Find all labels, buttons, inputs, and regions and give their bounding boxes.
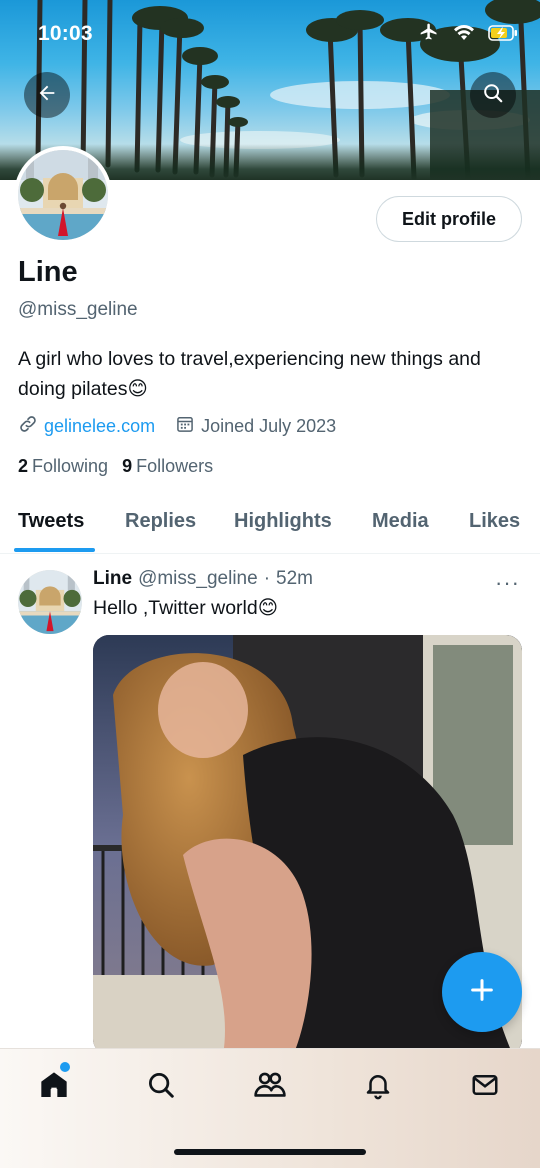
tweet-separator: · [263, 568, 271, 589]
compose-tweet-button[interactable] [442, 952, 522, 1032]
tab-highlights[interactable]: Highlights [234, 510, 332, 533]
smiling-emoji-icon: 😊 [127, 378, 148, 400]
tweet-header: Line @miss_geline · 52m [93, 568, 313, 590]
tweet-avatar[interactable] [18, 570, 82, 634]
tweet-body: Hello ,Twitter world [93, 597, 258, 619]
tweet-author-handle: @miss_geline [138, 568, 258, 589]
edit-profile-button[interactable]: Edit profile [376, 196, 522, 242]
tab-media[interactable]: Media [372, 510, 429, 533]
tab-tweets[interactable]: Tweets [18, 510, 84, 533]
profile-bio: A girl who loves to travel,experiencing … [18, 344, 518, 404]
battery-charging-icon [488, 23, 518, 47]
wifi-icon [452, 23, 476, 47]
home-indicator [174, 1149, 366, 1155]
website-link[interactable]: gelinelee.com [18, 414, 155, 439]
search-profile-button[interactable] [470, 72, 516, 118]
notifications-icon[interactable] [360, 1067, 396, 1103]
search-icon [482, 82, 504, 109]
bottom-navigation [0, 1048, 540, 1168]
airplane-mode-icon [418, 22, 440, 48]
tab-replies[interactable]: Replies [125, 510, 196, 533]
home-notification-dot [60, 1062, 70, 1072]
messages-icon[interactable] [467, 1067, 503, 1103]
back-arrow-icon [36, 82, 58, 109]
website-text[interactable]: gelinelee.com [44, 416, 155, 437]
status-time: 10:03 [38, 22, 93, 45]
more-options-icon[interactable]: ··· [495, 570, 520, 596]
tweet-time: 52m [276, 568, 313, 589]
profile-tabs: Tweets Replies Highlights Media Likes [0, 496, 540, 554]
profile-handle: @miss_geline [18, 299, 138, 320]
joined-text: Joined July 2023 [201, 416, 337, 436]
communities-icon[interactable] [252, 1067, 288, 1103]
status-icons [418, 22, 518, 48]
link-icon [18, 414, 38, 439]
active-tab-indicator [14, 548, 95, 552]
tweet-author-name[interactable]: Line [93, 568, 132, 590]
plus-icon [468, 976, 496, 1009]
following-count: 2 [18, 456, 29, 476]
home-icon[interactable] [36, 1067, 72, 1103]
calendar-icon [175, 414, 195, 439]
search-nav-icon[interactable] [143, 1067, 179, 1103]
smiling-emoji-icon: 😊 [257, 597, 279, 619]
profile-meta: gelinelee.com Joined July 2023 [18, 414, 356, 439]
joined-date: Joined July 2023 [175, 414, 336, 439]
followers-label: Followers [136, 456, 214, 476]
followers-link[interactable]: 9 Followers [122, 456, 213, 477]
following-link[interactable]: 2 Following [18, 456, 108, 477]
profile-name: Line [18, 256, 78, 288]
avatar-photo [18, 150, 108, 240]
profile-avatar[interactable] [14, 146, 112, 244]
tweet-text: Hello ,Twitter world😊 [93, 596, 278, 620]
follow-stats: 2 Following 9 Followers [18, 456, 213, 477]
following-label: Following [32, 456, 109, 476]
avatar-photo [18, 570, 82, 634]
status-bar: 10:03 [0, 0, 540, 66]
tab-likes[interactable]: Likes [469, 510, 520, 533]
followers-count: 9 [122, 456, 133, 476]
back-button[interactable] [24, 72, 70, 118]
bio-text: A girl who loves to travel,experiencing … [18, 348, 481, 400]
